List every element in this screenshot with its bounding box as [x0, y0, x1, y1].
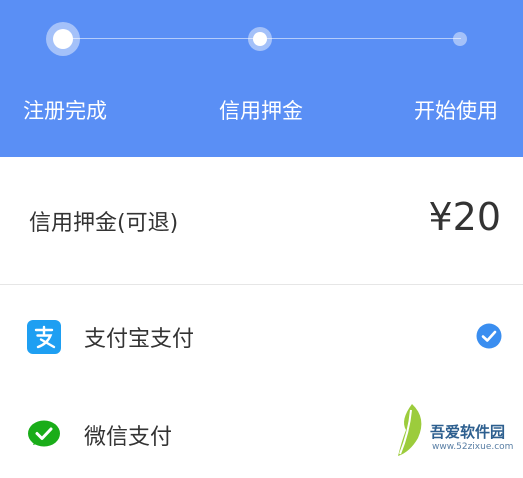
watermark: 吾爱软件园 www.52zixue.com [392, 398, 523, 458]
watermark-site: www.52zixue.com [432, 442, 514, 452]
deposit-label: 信用押金(可退) [29, 211, 179, 236]
payment-option-alipay[interactable]: 支付宝支付 [0, 290, 523, 380]
step-label-credit-deposit: 信用押金 [219, 99, 303, 123]
check-circle-icon[interactable] [476, 323, 502, 349]
deposit-row: 信用押金(可退) ¥20 [0, 157, 523, 284]
step-label-register-complete: 注册完成 [23, 99, 107, 123]
divider [0, 284, 523, 285]
step-1-indicator [46, 22, 80, 56]
deposit-amount: ¥20 [428, 195, 501, 239]
progress-header: 注册完成 信用押金 开始使用 [0, 0, 523, 157]
step-label-start-using: 开始使用 [414, 99, 498, 123]
payment-label-alipay: 支付宝支付 [84, 327, 195, 352]
wechat-pay-icon [28, 420, 60, 447]
watermark-title: 吾爱软件园 [430, 423, 506, 441]
leaf-logo-icon [398, 404, 422, 456]
step-2-indicator [248, 27, 272, 51]
alipay-icon [27, 320, 61, 354]
payment-label-wechat: 微信支付 [84, 425, 173, 450]
step-3-indicator [453, 32, 467, 46]
